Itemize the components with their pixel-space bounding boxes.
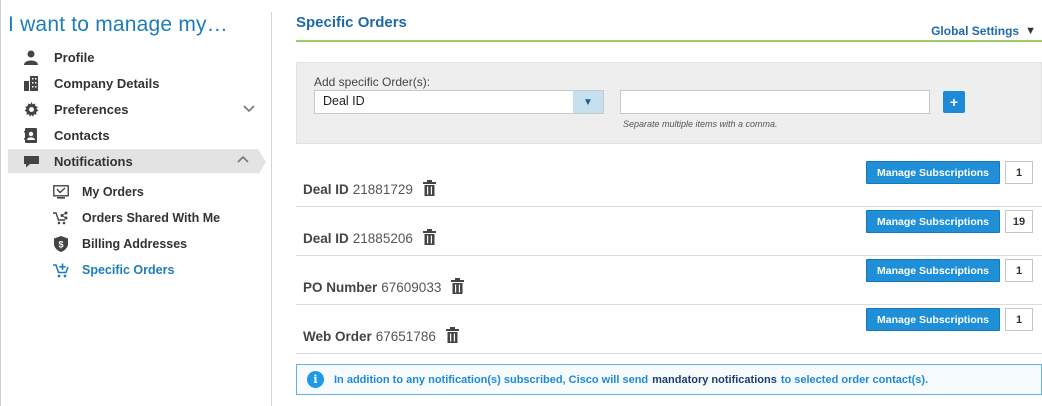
gear-icon	[22, 101, 40, 117]
info-banner: i In addition to any notification(s) sub…	[296, 364, 1042, 395]
page-title: Specific Orders	[296, 14, 407, 31]
selection-notch	[258, 149, 266, 175]
info-icon: i	[307, 371, 324, 388]
user-icon	[22, 49, 40, 65]
sidebar-item-label: Company Details	[54, 75, 160, 91]
sidebar-item-company-details[interactable]: Company Details	[8, 71, 264, 95]
order-row: PO Number 67609033 Manage Subscriptions 1	[296, 256, 1042, 305]
trash-icon[interactable]	[422, 180, 436, 199]
chevron-up-icon[interactable]	[236, 153, 250, 167]
order-label: Deal ID 21885206	[303, 229, 436, 248]
sidebar-item-label: Notifications	[54, 153, 133, 169]
sidebar-subitem-label: Orders Shared With Me	[82, 211, 221, 225]
order-row: Web Order 67651786 Manage Subscriptions 1	[296, 305, 1042, 354]
info-text-end: to selected order contact(s).	[780, 373, 929, 386]
input-hint: Separate multiple items with a comma.	[623, 119, 778, 129]
order-type-select[interactable]: Deal ID ▼	[314, 90, 604, 114]
order-number: 21885206	[352, 231, 413, 246]
sidebar-subitem-my-orders[interactable]: My Orders	[52, 181, 144, 203]
title-divider	[296, 40, 1042, 42]
trash-icon[interactable]	[451, 278, 465, 297]
subscription-count: 1	[1005, 308, 1033, 331]
sidebar-item-profile[interactable]: Profile	[8, 45, 264, 69]
order-label: Web Order 67651786	[303, 327, 459, 346]
manage-subscriptions-button[interactable]: Manage Subscriptions	[866, 259, 1000, 282]
order-type: PO Number	[303, 280, 378, 295]
mandatory-notifications-link[interactable]: mandatory notifications	[652, 374, 777, 386]
order-type-value: Deal ID	[323, 94, 365, 108]
subscription-count: 1	[1005, 161, 1033, 184]
sidebar-subitem-billing-addresses[interactable]: $ Billing Addresses	[52, 233, 187, 255]
building-icon	[22, 75, 40, 91]
order-number: 67651786	[375, 329, 436, 344]
chevron-down-icon[interactable]	[242, 101, 256, 115]
info-text-start: In addition to any notification(s) subsc…	[334, 373, 649, 386]
sidebar: I want to manage my… Profile Company Det…	[8, 12, 272, 406]
sidebar-item-label: Profile	[54, 49, 95, 65]
sidebar-item-contacts[interactable]: Contacts	[8, 123, 264, 147]
global-settings-dropdown[interactable]: Global Settings ▼	[931, 24, 1036, 38]
sidebar-subitem-label: My Orders	[82, 185, 144, 199]
main-content: Specific Orders Global Settings ▼ Add sp…	[296, 10, 1042, 406]
sidebar-item-label: Preferences	[54, 101, 129, 117]
sidebar-subitem-specific-orders[interactable]: Specific Orders	[52, 259, 174, 281]
dropdown-arrow-icon[interactable]: ▼	[573, 91, 603, 113]
sidebar-item-preferences[interactable]: Preferences	[8, 97, 264, 121]
chat-icon	[22, 153, 40, 169]
order-row: Deal ID 21881729 Manage Subscriptions 1	[296, 158, 1042, 207]
order-type: Deal ID	[303, 182, 349, 197]
sidebar-subitem-label: Billing Addresses	[82, 237, 188, 251]
svg-text:$: $	[58, 240, 63, 250]
orders-icon	[52, 184, 70, 200]
sidebar-title: I want to manage my…	[8, 13, 228, 36]
subscription-count: 1	[1005, 259, 1033, 282]
manage-subscriptions-button[interactable]: Manage Subscriptions	[866, 161, 1000, 184]
dollar-shield-icon: $	[52, 236, 70, 252]
order-label: Deal ID 21881729	[303, 180, 436, 199]
manage-subscriptions-button[interactable]: Manage Subscriptions	[866, 210, 1000, 233]
sidebar-item-notifications[interactable]: Notifications	[8, 149, 266, 175]
sidebar-item-label: Contacts	[54, 127, 110, 143]
order-number-input[interactable]	[620, 90, 930, 114]
order-type: Deal ID	[303, 231, 349, 246]
global-settings-label: Global Settings	[931, 24, 1020, 38]
contacts-icon	[22, 127, 40, 143]
order-label: PO Number 67609033	[303, 278, 465, 297]
trash-icon[interactable]	[445, 327, 459, 346]
order-number: 67609033	[381, 280, 442, 295]
caret-down-icon: ▼	[1025, 25, 1036, 37]
orders-list: Deal ID 21881729 Manage Subscriptions 1 D…	[296, 158, 1042, 354]
sidebar-subitem-label: Specific Orders	[82, 263, 175, 277]
add-order-label: Add specific Order(s):	[314, 75, 431, 89]
cart-plus-icon	[52, 262, 70, 278]
trash-icon[interactable]	[422, 229, 436, 248]
order-type: Web Order	[303, 329, 372, 344]
sidebar-subitem-orders-shared[interactable]: Orders Shared With Me	[52, 207, 220, 229]
subscription-count: 19	[1005, 210, 1033, 233]
manage-subscriptions-button[interactable]: Manage Subscriptions	[866, 308, 1000, 331]
add-order-panel: Add specific Order(s): Deal ID ▼ Separat…	[296, 62, 1042, 144]
add-order-button[interactable]: +	[943, 91, 965, 113]
shared-cart-icon	[52, 210, 70, 226]
order-row: Deal ID 21885206 Manage Subscriptions 19	[296, 207, 1042, 256]
order-number: 21881729	[352, 182, 413, 197]
